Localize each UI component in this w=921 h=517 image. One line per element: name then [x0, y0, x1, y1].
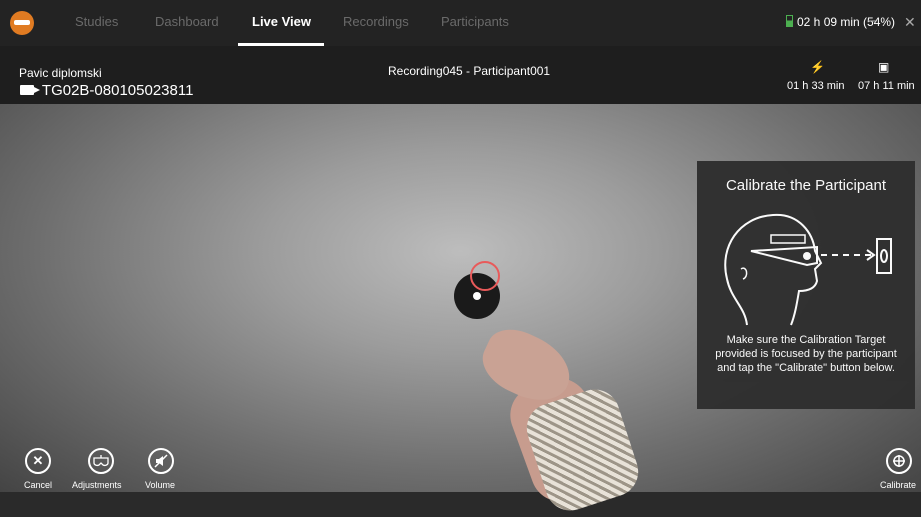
battery-bolt-icon: ⚡	[810, 60, 825, 74]
adjustments-label: Adjustments	[72, 480, 122, 490]
head-with-glasses-icon	[724, 213, 892, 326]
tab-dashboard[interactable]: Dashboard	[155, 14, 219, 29]
panel-instructions: Make sure the Calibration Target provide…	[715, 334, 897, 374]
battery-remaining: 01 h 33 min	[787, 80, 845, 92]
tab-recordings[interactable]: Recordings	[343, 14, 409, 29]
tab-participants[interactable]: Participants	[441, 14, 509, 29]
volume-label: Volume	[145, 480, 176, 490]
calibrate-label: Calibrate	[880, 480, 917, 490]
gaze-marker	[470, 261, 500, 291]
cancel-button[interactable]: ✕	[25, 448, 51, 474]
device-id: TG02B-080105023811	[20, 82, 193, 99]
app-logo[interactable]	[10, 11, 34, 35]
glasses-icon	[93, 455, 109, 467]
calibrate-button[interactable]	[886, 448, 912, 474]
close-icon: ✕	[32, 453, 44, 468]
cancel-label: Cancel	[24, 480, 53, 490]
top-navigation-bar: Studies Dashboard Live View Recordings P…	[0, 0, 921, 46]
panel-title: Calibrate the Participant	[725, 177, 887, 194]
close-button[interactable]: ✕	[904, 14, 916, 31]
device-id-text: TG02B-080105023811	[41, 82, 194, 99]
tab-live-view[interactable]: Live View	[252, 14, 311, 29]
adjustments-button[interactable]	[88, 448, 114, 474]
recording-title: Recording045 - Participant001	[388, 64, 551, 78]
battery-icon	[786, 15, 793, 27]
volume-mute-icon	[154, 454, 168, 468]
battery-text: 02 h 09 min (54%)	[797, 15, 896, 29]
minimize-button[interactable]: –	[868, 12, 877, 30]
crosshair-icon	[893, 455, 905, 467]
sd-card-icon: ▣	[878, 60, 890, 74]
volume-button[interactable]	[148, 448, 174, 474]
battery-status: 02 h 09 min (54%)	[786, 15, 895, 29]
storage-remaining: 07 h 11 min	[858, 80, 915, 92]
calibrate-panel: Calibrate the Participant Make sure the …	[697, 161, 915, 409]
tab-studies[interactable]: Studies	[75, 14, 118, 29]
camera-icon	[20, 85, 40, 95]
project-name: Pavic diplomski	[19, 66, 102, 80]
